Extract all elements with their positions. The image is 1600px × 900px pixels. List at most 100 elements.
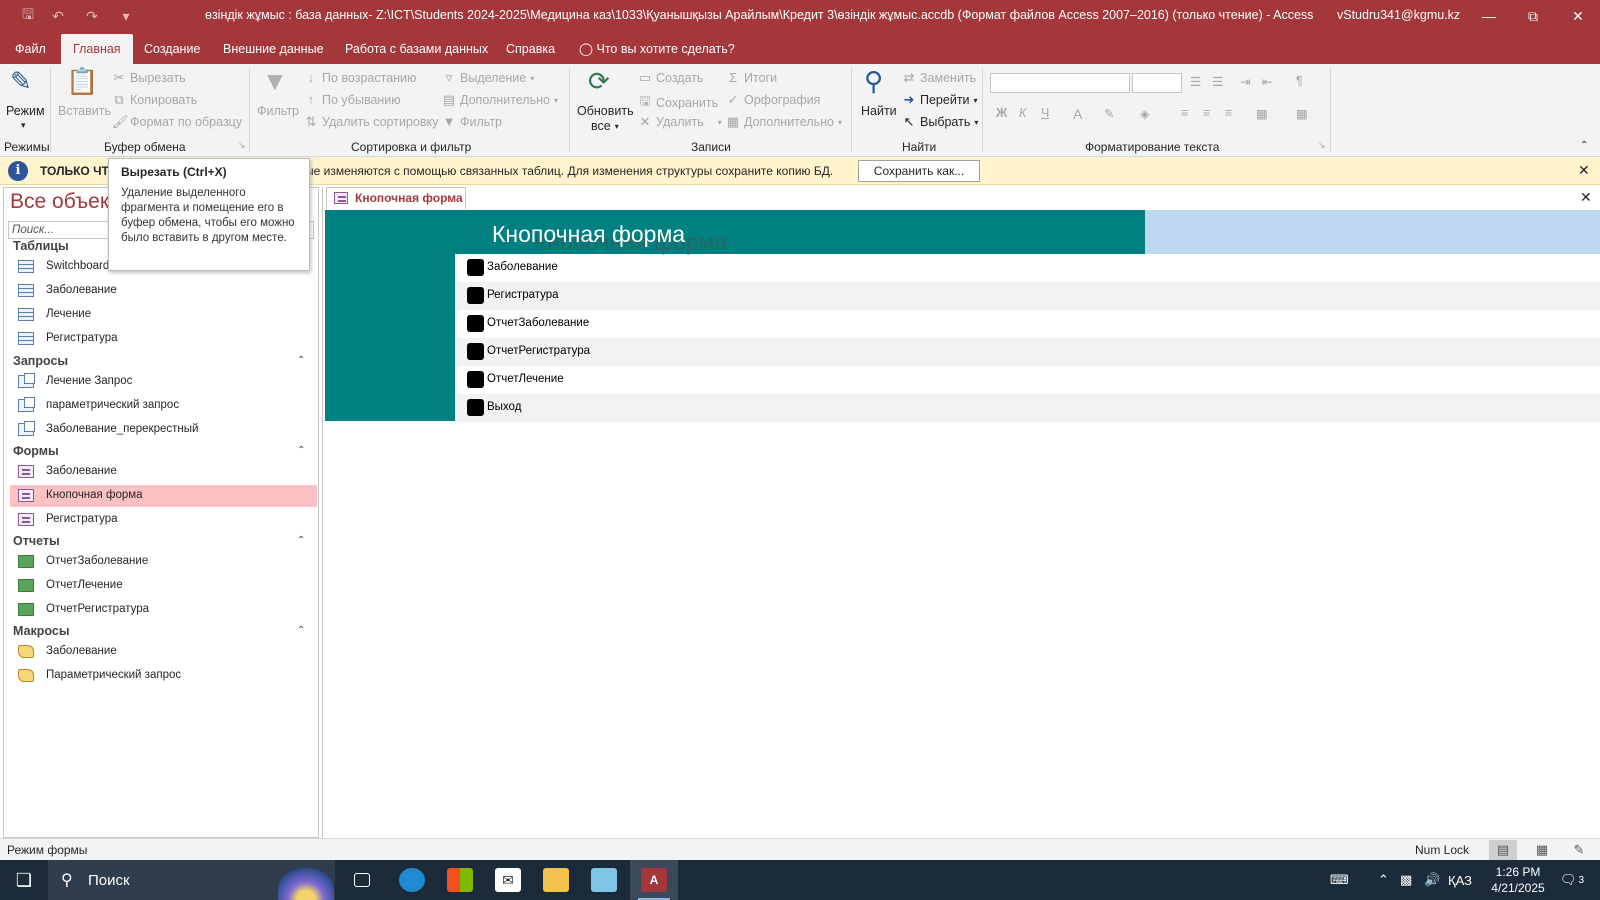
view-button[interactable]: Режим — [6, 104, 45, 118]
close-icon[interactable]: ✕ — [1555, 0, 1600, 32]
show-hidden-icons-icon[interactable]: ⌃ — [1378, 860, 1389, 900]
tab-database-tools[interactable]: Работа с базами данных — [333, 34, 500, 64]
find-button[interactable]: Найти — [861, 104, 897, 118]
indent-increase-icon[interactable]: ⇥ — [1240, 74, 1250, 89]
tab-help[interactable]: Справка — [494, 34, 567, 64]
chevron-up-icon[interactable]: ⌃ — [297, 355, 305, 366]
datasheet-view-icon[interactable]: ▦ — [1528, 840, 1556, 860]
mail-icon[interactable]: ✉ — [484, 860, 532, 900]
nav-item-form-selected[interactable]: Кнопочная форма — [10, 485, 317, 507]
chevron-up-icon[interactable]: ⌃ — [297, 445, 305, 456]
task-view-icon[interactable] — [340, 860, 384, 900]
cut-button[interactable]: ✂ Вырезать — [112, 70, 186, 86]
dialog-launcher-icon[interactable]: ↘ — [238, 140, 246, 151]
edge-icon[interactable] — [388, 860, 436, 900]
save-as-button[interactable]: Сохранить как... — [858, 160, 980, 182]
close-document-icon[interactable]: ✕ — [1580, 189, 1592, 206]
chevron-up-icon[interactable]: ⌃ — [297, 625, 305, 636]
nav-item-query[interactable]: Заболевание_перекрестный — [10, 419, 317, 441]
tab-create[interactable]: Создание — [132, 34, 212, 64]
form-view-icon[interactable]: ▤ — [1489, 840, 1517, 860]
store-icon[interactable] — [436, 860, 484, 900]
text-format-launcher-icon[interactable]: ↘ — [1318, 140, 1326, 151]
numbering-icon[interactable]: ☰ — [1212, 74, 1223, 89]
view-dropdown-icon[interactable]: ▾ — [21, 120, 26, 131]
align-left-icon[interactable]: ≡ — [1181, 106, 1188, 120]
switchboard-item[interactable]: ОтчетЗаболевание — [455, 310, 1600, 338]
nav-item-table[interactable]: Лечение — [10, 304, 317, 326]
nav-item-query[interactable]: параметрический запрос — [10, 395, 317, 417]
goto-button[interactable]: ➜ Перейти ▾ — [902, 92, 978, 108]
notification-center-icon[interactable]: 🗨 3 — [1560, 860, 1584, 900]
nav-item-macro[interactable]: Параметрический запрос — [10, 665, 317, 687]
section-reports[interactable]: Отчеты — [13, 534, 60, 548]
network-icon[interactable]: ▩ — [1400, 860, 1412, 900]
bold-button[interactable]: Ж — [996, 106, 1007, 120]
close-message-icon[interactable]: ✕ — [1578, 162, 1590, 179]
file-explorer-icon[interactable] — [532, 860, 580, 900]
font-name-box[interactable] — [990, 73, 1130, 93]
refresh-all-line2[interactable]: все ▾ — [591, 119, 619, 133]
minimize-icon[interactable]: — — [1466, 0, 1512, 32]
totals-button[interactable]: Σ Итоги — [726, 70, 777, 85]
nav-item-macro[interactable]: Заболевание — [10, 641, 317, 663]
document-tab[interactable]: Кнопочная форма — [326, 187, 466, 209]
align-right-icon[interactable]: ≡ — [1225, 106, 1232, 120]
layout-view-icon[interactable]: ✎ — [1565, 840, 1593, 860]
keyboard-icon[interactable]: ⌨ — [1330, 860, 1349, 900]
taskbar-search[interactable]: ⚲ Поиск — [48, 860, 335, 900]
collapse-ribbon-icon[interactable]: ⌃ — [1580, 140, 1588, 151]
switchboard-button[interactable] — [467, 315, 484, 332]
switchboard-button[interactable] — [467, 371, 484, 388]
switchboard-button[interactable] — [467, 287, 484, 304]
underline-button[interactable]: Ч — [1041, 106, 1049, 120]
more-records-button[interactable]: ▦ Дополнительно ▾ — [726, 114, 842, 130]
gridlines-icon[interactable]: ▦ — [1296, 106, 1308, 121]
nav-item-table[interactable]: Заболевание — [10, 280, 317, 302]
font-size-box[interactable] — [1132, 73, 1182, 93]
switchboard-item[interactable]: ОтчетРегистратура — [455, 338, 1600, 366]
tab-file[interactable]: Файл — [3, 34, 58, 64]
remove-sort-button[interactable]: ⇅ Удалить сортировку — [304, 114, 439, 130]
format-painter-button[interactable]: 🖌 Формат по образцу — [112, 114, 242, 130]
paragraph-direction-icon[interactable]: ¶ — [1296, 74, 1303, 88]
redo-icon[interactable]: ↷ — [80, 0, 104, 32]
nav-item-table[interactable]: Регистратура — [10, 328, 317, 350]
section-queries[interactable]: Запросы — [13, 354, 68, 368]
copy-button[interactable]: ⧉ Копировать — [112, 92, 197, 108]
save-icon[interactable]: 🖫 — [16, 0, 40, 32]
italic-button[interactable]: К — [1019, 106, 1026, 120]
chevron-up-icon[interactable]: ⌃ — [297, 535, 305, 546]
fill-color-icon[interactable]: ◈ — [1140, 106, 1150, 121]
notepad-icon[interactable] — [580, 860, 628, 900]
windows-start-icon[interactable]: ❏ — [0, 860, 48, 900]
save-record-button[interactable]: 🖫 Сохранить — [638, 92, 718, 114]
advanced-filter-button[interactable]: ▤ Дополнительно ▾ — [442, 92, 558, 108]
alt-row-color-icon[interactable]: ▦ — [1256, 106, 1268, 121]
bullets-icon[interactable]: ☰ — [1190, 74, 1201, 89]
nav-item-query[interactable]: Лечение Запрос — [10, 371, 317, 393]
delete-record-button[interactable]: ✕ Удалить ▾ — [638, 114, 722, 130]
clock[interactable]: 1:26 PM 4/21/2025 — [1482, 864, 1554, 896]
section-macros[interactable]: Макросы — [13, 624, 70, 638]
nav-item-form[interactable]: Регистратура — [10, 509, 317, 531]
refresh-all-button[interactable]: Обновить — [577, 104, 634, 118]
switchboard-item[interactable]: ОтчетЛечение — [455, 366, 1600, 394]
switchboard-item[interactable]: Регистратура — [455, 282, 1600, 310]
sort-descending-button[interactable]: ↑ По убыванию — [304, 92, 401, 107]
customize-qat-icon[interactable]: ▾ — [114, 0, 138, 32]
toggle-filter-button[interactable]: ▼ Фильтр — [442, 114, 502, 129]
language-indicator[interactable]: ҚАЗ — [1448, 860, 1472, 900]
replace-button[interactable]: ⇄ Заменить — [902, 70, 977, 86]
font-color-button[interactable]: A — [1073, 106, 1082, 122]
nav-item-report[interactable]: ОтчетРегистратура — [10, 599, 317, 621]
switchboard-button[interactable] — [467, 399, 484, 416]
tab-external-data[interactable]: Внешние данные — [211, 34, 336, 64]
volume-icon[interactable]: 🔊 — [1424, 860, 1440, 900]
nav-item-report[interactable]: ОтчетЛечение — [10, 575, 317, 597]
filter-button[interactable]: Фильтр — [257, 104, 299, 118]
switchboard-item[interactable]: Заболевание — [455, 254, 1600, 282]
switchboard-button[interactable] — [467, 259, 484, 276]
paste-button[interactable]: Вставить — [58, 104, 111, 118]
highlight-icon[interactable]: ✎ — [1104, 106, 1114, 121]
